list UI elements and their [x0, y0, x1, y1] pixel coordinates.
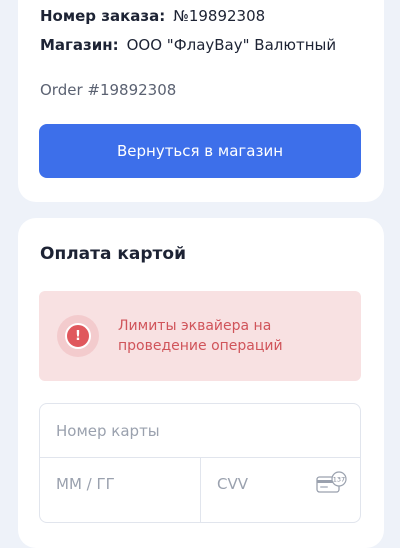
shop-value: ООО "ФлауВау" Валютный	[126, 36, 337, 54]
order-number-value: №19892308	[173, 7, 266, 25]
card-form: 137	[39, 403, 361, 523]
cvv-input[interactable]	[201, 458, 321, 510]
alert-icon-halo: !	[57, 315, 99, 357]
shop-label: Магазин:	[40, 36, 119, 54]
card-cvv-icon: 137	[316, 471, 347, 493]
exclamation-icon: !	[65, 323, 91, 349]
card-payment-card: Оплата картой ! Лимиты эквайера на прове…	[18, 218, 384, 548]
order-info-card: Номер заказа: №19892308 Магазин: ООО "Флау…	[18, 0, 384, 202]
expiry-input[interactable]	[40, 458, 200, 510]
order-number-label: Номер заказа:	[40, 7, 166, 25]
order-code: Order #19892308	[40, 81, 177, 99]
alert-message: Лимиты эквайера на проведение операций	[118, 318, 283, 354]
payment-title: Оплата картой	[40, 244, 186, 264]
card-number-input[interactable]	[40, 404, 360, 457]
error-alert: ! Лимиты эквайера на проведение операций	[39, 291, 361, 381]
cvv-icon-text: 137	[333, 476, 345, 484]
shop-row: Магазин: ООО "ФлауВау" Валютный	[40, 36, 336, 54]
order-number-row: Номер заказа: №19892308	[40, 7, 265, 25]
back-to-shop-button[interactable]: Вернуться в магазин	[39, 124, 361, 178]
